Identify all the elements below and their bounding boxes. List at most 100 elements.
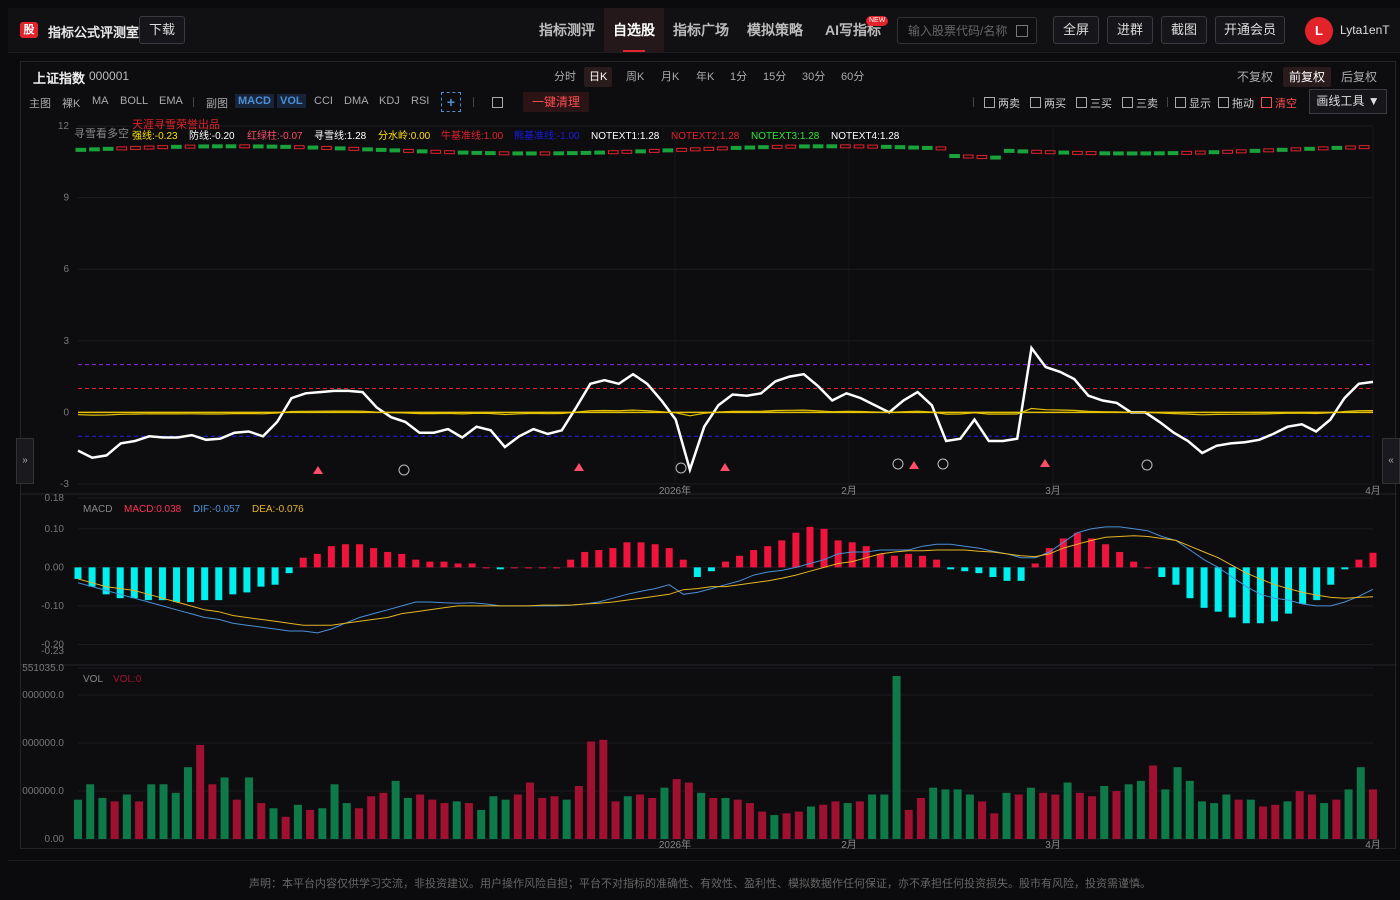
main-legend-item: 防线:-0.20	[189, 129, 235, 142]
macd-bar	[764, 546, 772, 568]
sell-signal-icon	[892, 458, 904, 470]
macd-bar	[1341, 567, 1349, 570]
nav-sim-strategy[interactable]: 模拟策略	[742, 8, 808, 52]
volume-bar	[623, 796, 632, 839]
expand-left-toggle[interactable]: »	[16, 438, 34, 484]
macd-bar	[201, 567, 209, 601]
volume-bar	[794, 811, 803, 839]
nav-indicator-square[interactable]: 指标广场	[668, 8, 734, 52]
volume-bar	[904, 809, 913, 839]
volume-bar	[342, 803, 351, 839]
fullscreen-button[interactable]: 全屏	[1053, 16, 1099, 44]
macd-bar	[1116, 551, 1124, 568]
mini-candle	[1290, 147, 1302, 152]
macd-bar	[454, 563, 462, 568]
mini-candle	[225, 144, 237, 149]
y-tick-label: -0.10	[41, 601, 64, 612]
volume-bar	[1283, 801, 1292, 839]
join-group-button[interactable]: 进群	[1107, 16, 1153, 44]
mini-candle	[457, 150, 469, 155]
mini-candle	[89, 147, 100, 152]
volume-bar	[733, 799, 742, 839]
volume-bar	[1271, 804, 1280, 839]
volume-bar	[367, 796, 376, 839]
search-box[interactable]	[897, 17, 1037, 44]
macd-bar	[553, 567, 561, 569]
macd-bar	[384, 551, 392, 568]
mini-candle	[362, 147, 373, 152]
volume-bar	[1100, 785, 1109, 839]
volume-bar	[697, 792, 706, 839]
nav-watchlist[interactable]: 自选股	[604, 8, 664, 52]
volume-bar	[880, 794, 889, 839]
y-tick-label: -0.23	[41, 646, 64, 657]
buy-signal-icon	[313, 466, 323, 474]
screenshot-button[interactable]: 截图	[1161, 16, 1207, 44]
y-tick-label: 0.10	[45, 524, 65, 535]
mini-candle	[1235, 149, 1247, 154]
volume-bar	[379, 792, 388, 839]
chart-canvas[interactable]: 129630-30.180.100.00-0.10-0.20-0.2355103…	[21, 62, 1397, 850]
macd-bar	[961, 567, 969, 572]
macd-bar	[581, 551, 589, 568]
mini-candle	[252, 144, 264, 149]
volume-bar	[86, 784, 95, 839]
volume-bar	[1014, 794, 1023, 839]
x-tick-label: 3月	[1045, 839, 1061, 850]
volume-bar	[452, 801, 461, 839]
main-legend-item: 分水岭:0.00	[378, 129, 431, 142]
macd-bar	[539, 567, 547, 569]
mini-candle	[293, 145, 305, 150]
macd-bar	[482, 567, 490, 569]
macd-bar	[778, 540, 786, 568]
volume-bar	[941, 789, 950, 839]
macd-legend-item: DIF:-0.057	[193, 504, 241, 515]
x-tick-label: 2月	[841, 839, 857, 850]
volume-bar	[1002, 792, 1011, 839]
mini-candle	[935, 146, 947, 151]
app-title: 指标公式评测室	[48, 25, 140, 40]
macd-bar	[426, 561, 434, 568]
mini-candle	[198, 144, 210, 149]
nav-ai-indicator[interactable]: AI写指标	[816, 8, 890, 52]
expand-right-toggle[interactable]: «	[1382, 438, 1400, 484]
y-tick-label: 0.00	[45, 834, 65, 845]
macd-bar	[1130, 561, 1138, 568]
macd-bar	[187, 567, 195, 603]
macd-bar	[1102, 544, 1110, 568]
mini-candle	[266, 144, 278, 149]
mini-candle	[416, 149, 428, 154]
footer-divider	[8, 860, 1400, 861]
xunxue-line	[77, 344, 1374, 474]
download-button[interactable]: 下载	[139, 16, 185, 44]
mini-candle	[143, 145, 155, 150]
sell-signal-icon	[675, 462, 687, 474]
mini-candle	[280, 144, 291, 149]
volume-bar	[978, 801, 987, 839]
mini-candle	[703, 146, 715, 151]
macd-bar	[510, 567, 518, 569]
nav-indicator-eval[interactable]: 指标测评	[534, 8, 600, 52]
mini-candle	[1017, 149, 1029, 154]
macd-bar	[806, 526, 814, 568]
volume-bar	[232, 799, 241, 839]
volume-bar	[403, 797, 412, 839]
volume-bar	[245, 777, 254, 839]
macd-bar	[1003, 567, 1011, 581]
mini-candle	[130, 145, 141, 150]
y-tick-label: 0.18	[45, 493, 65, 504]
volume-bar	[611, 801, 620, 839]
vip-button[interactable]: 开通会员	[1215, 16, 1285, 44]
mini-candle	[1331, 145, 1343, 150]
macd-bar	[665, 548, 673, 568]
avatar[interactable]: L	[1305, 17, 1333, 45]
app-root: 股 指标公式评测室 下载 指标测评 自选股 指标广场 模拟策略 AI写指标 NE…	[0, 0, 1400, 900]
search-icon[interactable]	[1016, 25, 1028, 37]
username[interactable]: Lyta1enT	[1340, 23, 1390, 37]
mini-candle	[566, 151, 578, 156]
search-input[interactable]	[898, 18, 1008, 43]
vol-legend-name: VOL	[83, 674, 103, 685]
main-legend-item: 熊基准线:-1.00	[514, 129, 580, 142]
volume-bar	[709, 797, 718, 839]
buy-signal-icon	[720, 463, 730, 471]
